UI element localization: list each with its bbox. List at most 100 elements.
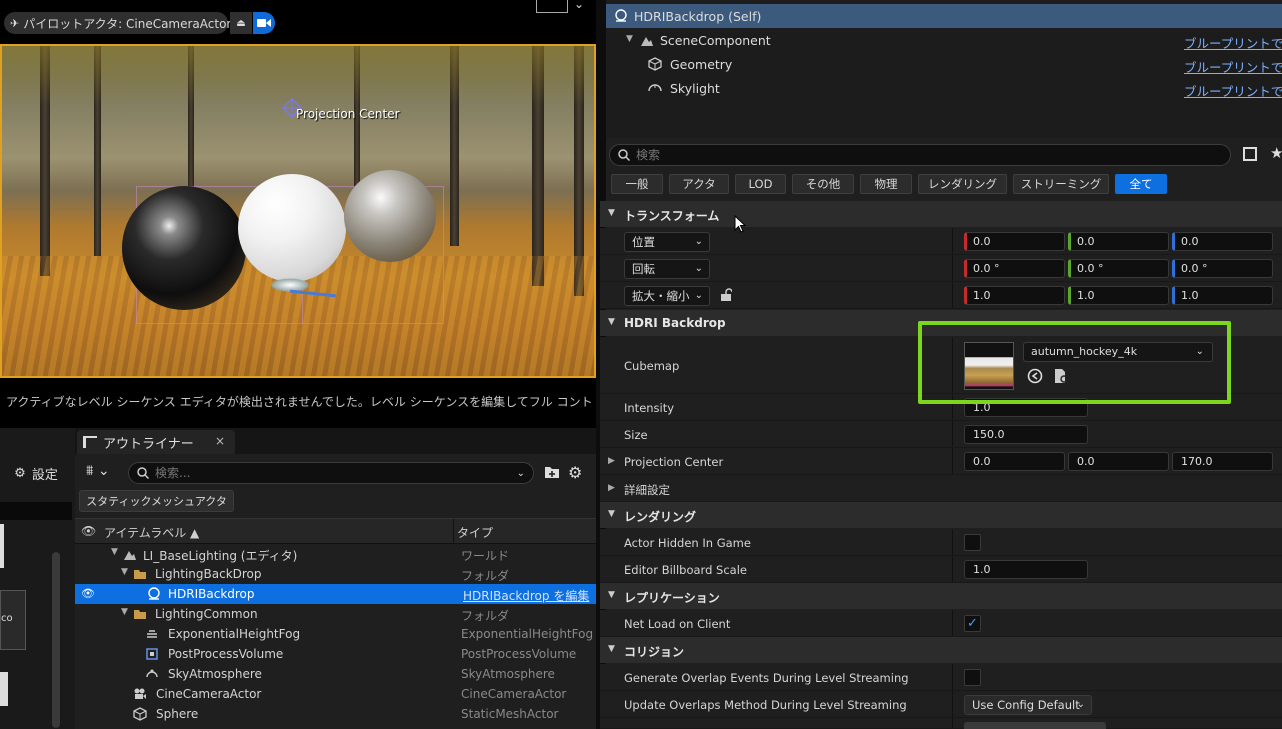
collapse-triangle-icon[interactable]: ▼ bbox=[626, 34, 633, 44]
component-row-self[interactable]: HDRIBackdrop (Self) bbox=[606, 4, 1282, 28]
filter-general[interactable]: 一般 bbox=[611, 174, 663, 194]
actor-hidden-checkbox[interactable] bbox=[964, 534, 981, 551]
outliner-row[interactable]: ExponentialHeightFog ExponentialHeightFo… bbox=[75, 624, 596, 644]
column-item-label[interactable]: アイテムラベル ▲ bbox=[104, 524, 199, 541]
expand-triangle-icon[interactable]: ▶ bbox=[608, 483, 615, 493]
edit-in-blueprint-link[interactable]: ブループリントで編 bbox=[1184, 33, 1282, 52]
asset-thumbnail-edge[interactable] bbox=[0, 524, 4, 568]
filter-streaming[interactable]: ストリーミング bbox=[1013, 174, 1109, 194]
eye-icon[interactable]: 👁 bbox=[81, 587, 95, 600]
column-splitter[interactable] bbox=[952, 718, 953, 728]
edit-in-blueprint-link[interactable]: ブループリントで編 bbox=[1184, 81, 1282, 100]
chrome-sphere[interactable] bbox=[344, 170, 436, 262]
column-splitter[interactable] bbox=[952, 691, 953, 717]
eye-icon[interactable]: 👁 bbox=[81, 524, 96, 538]
column-splitter[interactable] bbox=[952, 556, 953, 582]
category-collision[interactable]: ▼ コリジョン bbox=[600, 637, 1282, 663]
scale-y-input[interactable]: 1.0 bbox=[1068, 286, 1169, 305]
details-search[interactable] bbox=[609, 144, 1231, 166]
filter-misc[interactable]: その他 bbox=[792, 174, 854, 194]
outliner-row[interactable]: ▼ LightingBackDrop フォルダ bbox=[75, 564, 596, 584]
outliner-search[interactable]: ⌄ bbox=[128, 462, 534, 484]
update-overlaps-dropdown[interactable]: Use Config Default ⌄ bbox=[964, 695, 1092, 715]
outliner-row[interactable]: CineCameraActor CineCameraActor bbox=[75, 684, 596, 704]
rotation-z-input[interactable]: 0.0 ° bbox=[1172, 259, 1273, 278]
advanced-settings-row[interactable]: ▶ 詳細設定 bbox=[600, 475, 1282, 502]
white-sphere[interactable] bbox=[238, 174, 346, 282]
outliner-row[interactable]: Sphere StaticMeshActor bbox=[75, 704, 596, 724]
filter-lod[interactable]: LOD bbox=[735, 174, 786, 194]
edit-blueprint-link[interactable]: HDRIBackdrop を編集 bbox=[463, 587, 589, 604]
static-mesh-filter-button[interactable]: スタティックメッシュアクタ bbox=[79, 490, 234, 512]
black-chrome-sphere[interactable] bbox=[122, 186, 246, 310]
overlap-events-checkbox[interactable] bbox=[964, 669, 981, 686]
chevron-down-icon[interactable]: ⌄ bbox=[517, 468, 525, 479]
filter-actor[interactable]: アクタ bbox=[669, 174, 729, 194]
projection-z-input[interactable]: 170.0 bbox=[1172, 452, 1273, 471]
column-splitter[interactable] bbox=[952, 664, 953, 690]
location-y-input[interactable]: 0.0 bbox=[1068, 232, 1169, 251]
column-divider[interactable] bbox=[453, 519, 454, 545]
component-row[interactable]: Skylight ブループリントで編 bbox=[606, 76, 1282, 100]
outliner-row-selected[interactable]: 👁 HDRIBackdrop HDRIBackdrop を編集 bbox=[75, 584, 596, 604]
column-type[interactable]: タイプ bbox=[457, 524, 493, 541]
scale-z-input[interactable]: 1.0 bbox=[1172, 286, 1273, 305]
edit-in-blueprint-link[interactable]: ブループリントで編 bbox=[1184, 57, 1282, 76]
column-splitter[interactable] bbox=[952, 610, 953, 636]
settings-button[interactable]: ⚙ 設定 bbox=[0, 458, 72, 488]
filter-icon[interactable]: ⩩ ⌄ bbox=[86, 463, 110, 479]
category-replication[interactable]: ▼ レプリケーション bbox=[600, 583, 1282, 609]
location-x-input[interactable]: 0.0 bbox=[964, 232, 1065, 251]
projection-x-input[interactable]: 0.0 bbox=[964, 452, 1065, 471]
close-icon[interactable]: × bbox=[215, 434, 225, 448]
location-mode-dropdown[interactable]: 位置 ⌄ bbox=[624, 232, 710, 252]
column-splitter[interactable] bbox=[952, 282, 953, 308]
unlock-icon[interactable] bbox=[720, 288, 732, 302]
details-search-input[interactable] bbox=[636, 148, 1196, 162]
net-load-checkbox[interactable]: ✓ bbox=[964, 615, 981, 632]
collapse-triangle-icon[interactable]: ▼ bbox=[608, 590, 615, 600]
chevron-down-icon[interactable]: ⌄ bbox=[574, 0, 584, 11]
scale-x-input[interactable]: 1.0 bbox=[964, 286, 1065, 305]
outliner-gear-icon[interactable]: ⚙ bbox=[568, 463, 582, 482]
category-transform[interactable]: ▼ トランスフォーム bbox=[600, 201, 1282, 227]
projection-y-input[interactable]: 0.0 bbox=[1068, 452, 1169, 471]
collapse-triangle-icon[interactable]: ▼ bbox=[608, 208, 615, 218]
scale-mode-dropdown[interactable]: 拡大・縮小 ⌄ bbox=[624, 286, 710, 306]
viewport-scene[interactable]: Projection Center bbox=[0, 44, 596, 378]
eject-pilot-button[interactable]: ⏏ bbox=[230, 12, 252, 34]
collapse-triangle-icon[interactable]: ▼ bbox=[121, 567, 128, 577]
outliner-row[interactable]: SkyAtmosphere SkyAtmosphere bbox=[75, 664, 596, 684]
rotation-y-input[interactable]: 0.0 ° bbox=[1068, 259, 1169, 278]
column-splitter[interactable] bbox=[952, 448, 953, 474]
filter-rendering[interactable]: レンダリング bbox=[918, 174, 1007, 194]
collapse-triangle-icon[interactable]: ▼ bbox=[608, 317, 615, 327]
viewport-layout-icon[interactable] bbox=[536, 0, 568, 13]
expand-triangle-icon[interactable]: ▶ bbox=[608, 456, 615, 466]
filter-physics[interactable]: 物理 bbox=[860, 174, 912, 194]
left-scrollbar[interactable] bbox=[52, 552, 60, 728]
component-row[interactable]: Geometry ブループリントで編 bbox=[606, 52, 1282, 76]
outliner-row[interactable]: ▼ LightingCommon フォルダ bbox=[75, 604, 596, 624]
collapse-triangle-icon[interactable]: ▼ bbox=[608, 509, 615, 519]
location-z-input[interactable]: 0.0 bbox=[1172, 232, 1273, 251]
collapse-triangle-icon[interactable]: ▼ bbox=[608, 644, 615, 654]
outliner-row[interactable]: PostProcessVolume PostProcessVolume bbox=[75, 644, 596, 664]
rotation-mode-dropdown[interactable]: 回転 ⌄ bbox=[624, 259, 710, 279]
category-rendering[interactable]: ▼ レンダリング bbox=[600, 502, 1282, 528]
property-matrix-icon[interactable] bbox=[1243, 147, 1257, 161]
column-splitter[interactable] bbox=[952, 228, 953, 254]
size-input[interactable]: 150.0 bbox=[964, 425, 1088, 444]
asset-thumbnail-edge[interactable] bbox=[0, 672, 8, 706]
filter-all[interactable]: 全て bbox=[1115, 174, 1167, 194]
column-splitter[interactable] bbox=[952, 529, 953, 555]
component-row[interactable]: ▼ SceneComponent ブループリントで編 bbox=[606, 28, 1282, 52]
column-splitter[interactable] bbox=[952, 421, 953, 447]
partial-dropdown[interactable] bbox=[964, 722, 1106, 729]
collapse-triangle-icon[interactable]: ▼ bbox=[111, 547, 118, 557]
pilot-actor-pill[interactable]: ✈ パイロットアクタ: CineCameraActor bbox=[4, 12, 231, 34]
billboard-scale-input[interactable]: 1.0 bbox=[964, 560, 1088, 579]
collapse-triangle-icon[interactable]: ▼ bbox=[121, 607, 128, 617]
outliner-row[interactable]: ▼ LI_BaseLighting (エディタ) ワールド bbox=[75, 544, 596, 564]
add-folder-icon[interactable] bbox=[544, 465, 560, 479]
